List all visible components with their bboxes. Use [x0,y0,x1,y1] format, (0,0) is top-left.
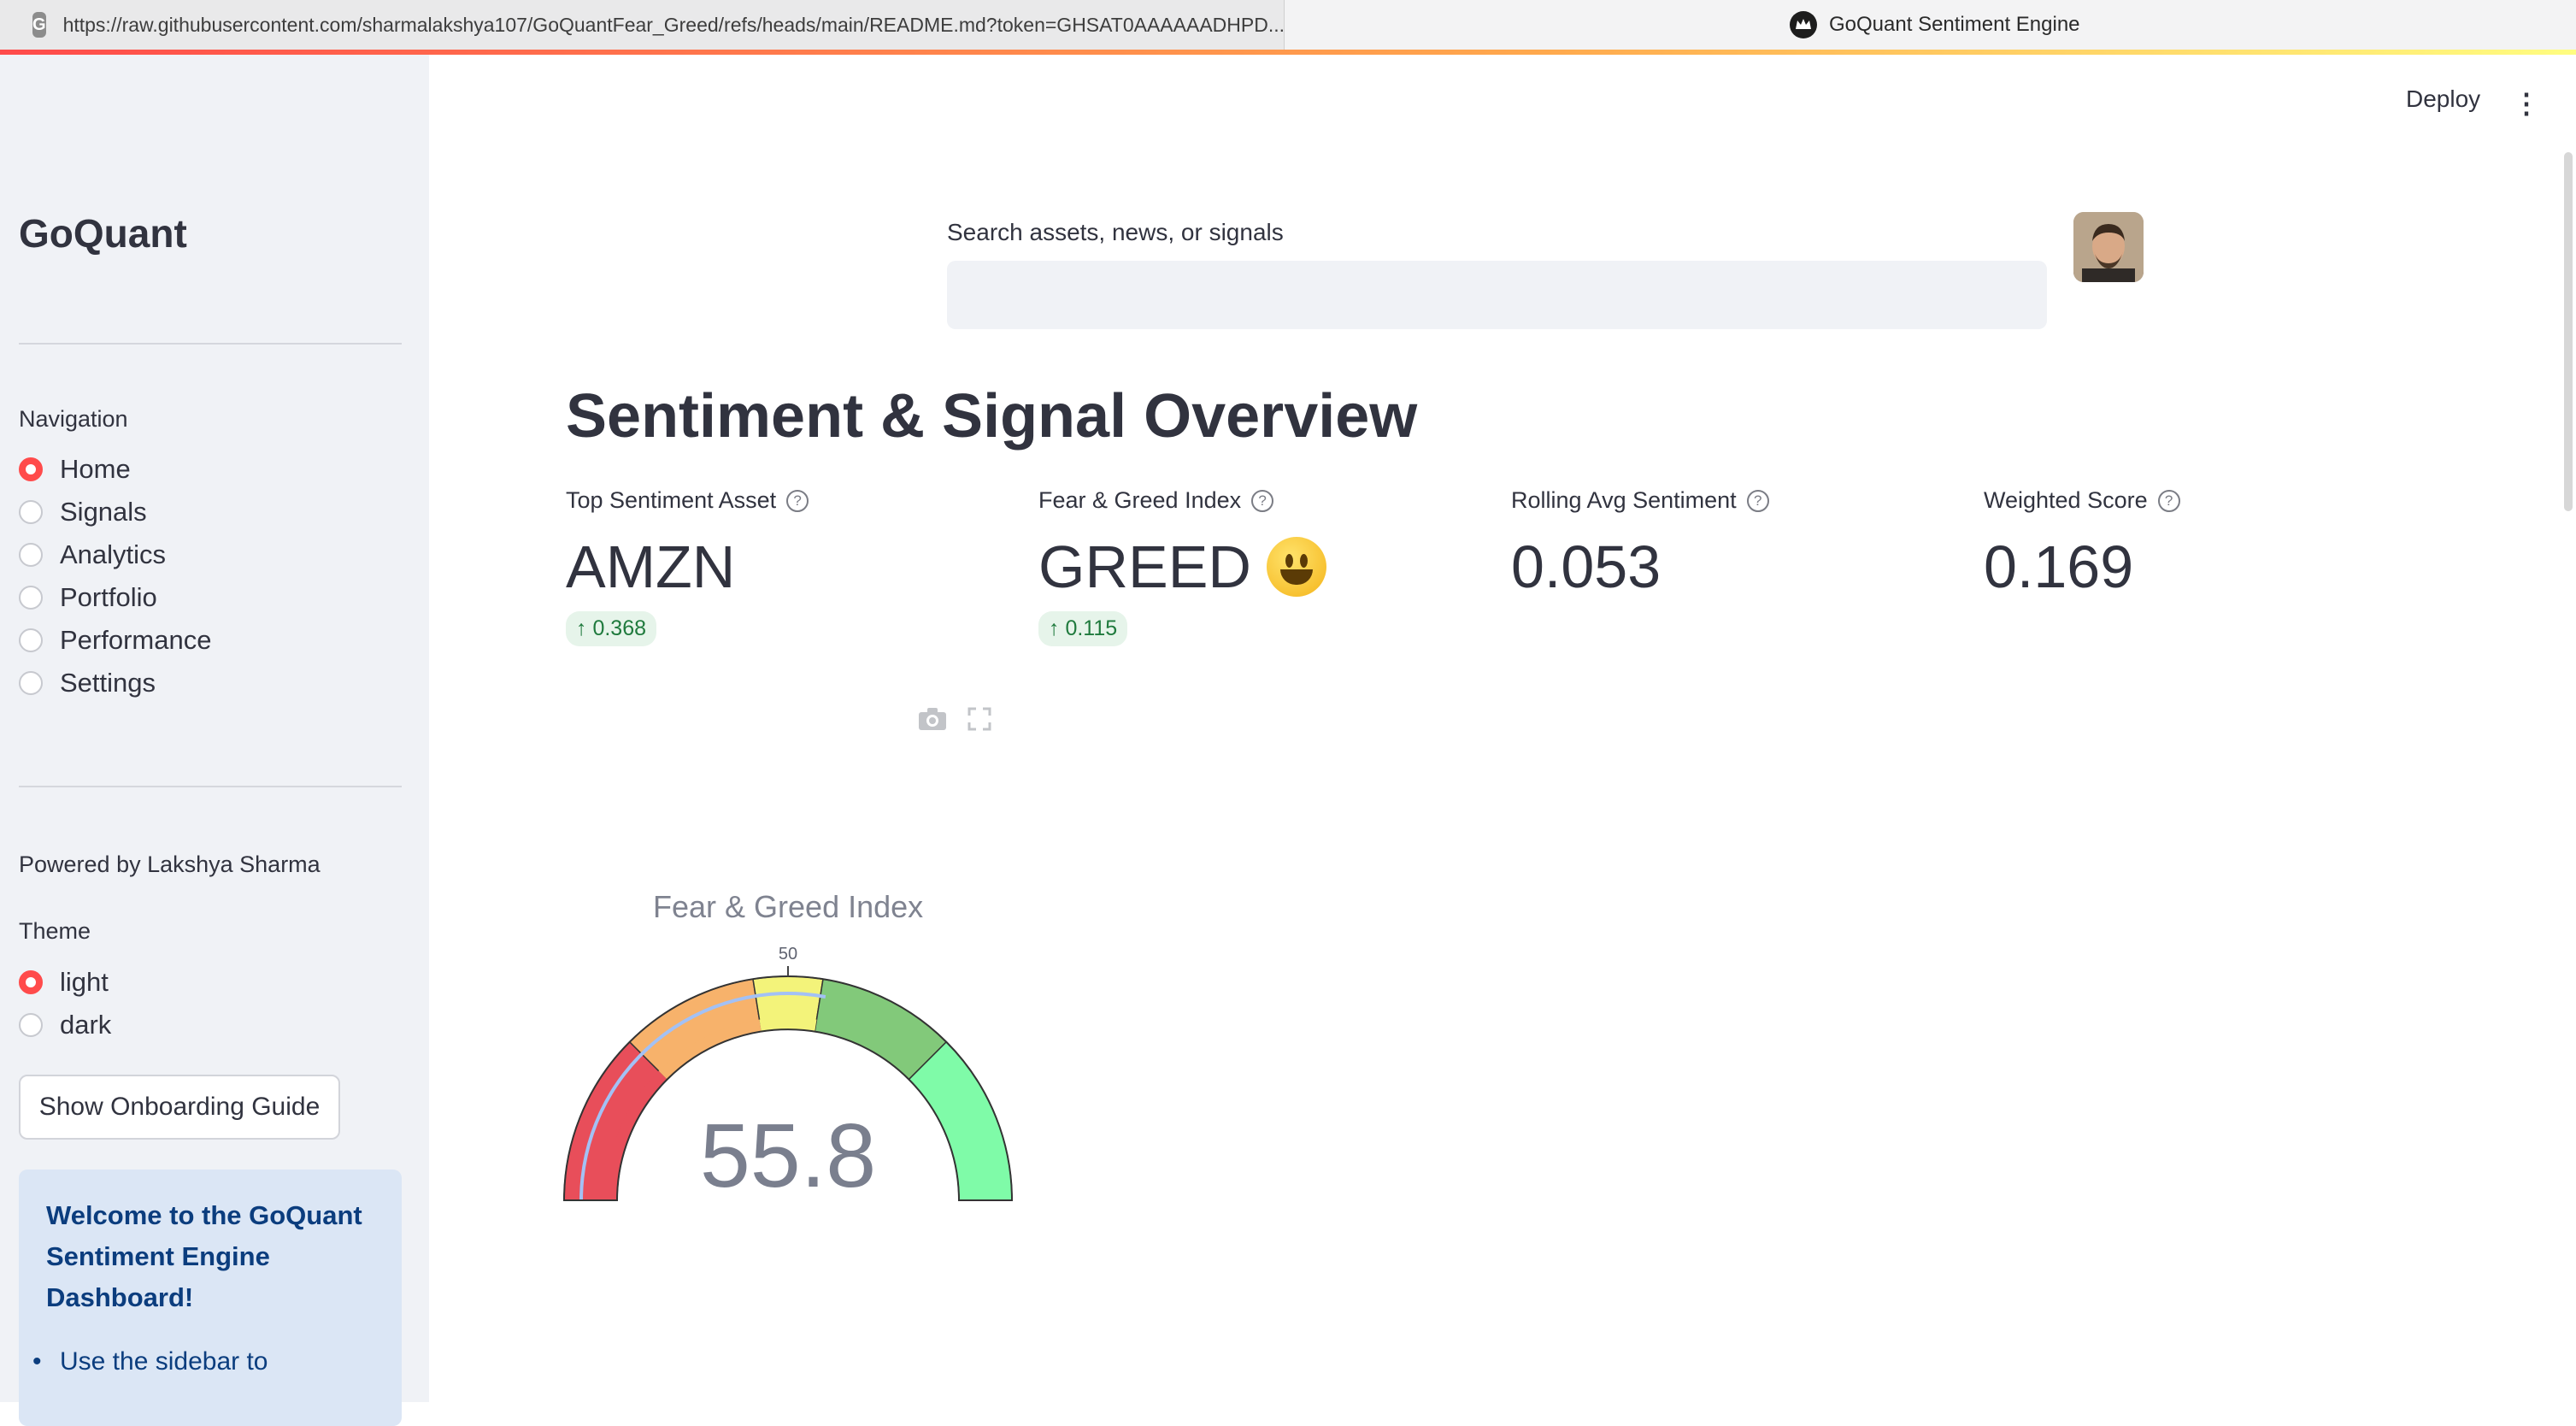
gauge-step-4 [908,1040,1013,1201]
browser-tab-readme[interactable]: G https://raw.githubusercontent.com/shar… [0,0,1285,50]
metric-value: AMZN [566,533,736,600]
gauge-value-label: 55.8 [700,1105,876,1206]
show-onboarding-guide-button[interactable]: Show Onboarding Guide [19,1075,340,1140]
help-icon[interactable]: ? [1746,489,1769,512]
theme-label: Theme [19,918,91,944]
scrollbar[interactable] [2564,152,2573,511]
radio-unselected-icon [19,500,43,524]
browser-tab-app[interactable]: GoQuant Sentiment Engine [1790,0,2080,50]
welcome-bullet: Use the sidebar to [32,1347,268,1376]
nav-item-label: Analytics [60,539,167,569]
nav-radio-portfolio[interactable]: Portfolio [19,582,157,613]
gauge-tick-label: 50 [779,945,797,963]
sidebar-divider [19,786,402,787]
powered-by-text: Powered by Lakshya Sharma [19,851,321,877]
sidebar: GoQuant Navigation Home Signals Analytic… [0,55,429,1426]
theme-option-label: dark [60,1010,112,1040]
radio-unselected-icon [19,543,43,567]
metric-top-sentiment-asset: Top Sentiment Asset? AMZN ↑ 0.368 [566,487,809,646]
page-title: Sentiment & Signal Overview [566,382,1418,451]
radio-unselected-icon [19,671,43,695]
radio-selected-icon [19,457,43,481]
theme-option-label: light [60,967,109,997]
nav-label: Navigation [19,406,128,432]
fullscreen-icon[interactable] [967,706,991,738]
welcome-info-box: Welcome to the GoQuant Sentiment Engine … [19,1170,402,1426]
sidebar-brand: GoQuant [19,211,187,256]
nav-item-label: Home [60,454,131,484]
theme-radio-light[interactable]: light [19,967,109,998]
crown-icon [1790,11,1817,38]
tab-url: https://raw.githubusercontent.com/sharma… [62,13,1285,36]
metric-label: Fear & Greed Index [1038,487,1242,513]
nav-item-label: Portfolio [60,582,157,612]
theme-radio-dark[interactable]: dark [19,1010,111,1040]
kebab-icon[interactable]: ⋮ [2513,87,2540,120]
radio-unselected-icon [19,586,43,610]
browser-tab-bar: G https://raw.githubusercontent.com/shar… [0,0,2576,50]
metric-value: GREED [1038,533,1251,600]
nav-radio-performance[interactable]: Performance [19,625,211,656]
search-input[interactable] [947,261,2047,329]
metric-delta: ↑ 0.115 [1038,611,1128,646]
nav-radio-analytics[interactable]: Analytics [19,539,166,570]
gauge-chart: 50 55.8 [562,945,1014,1206]
camera-icon[interactable] [918,706,947,738]
sidebar-divider [19,343,402,345]
metric-fear-greed-index: Fear & Greed Index? GREED ↑ 0.115 [1038,487,1326,646]
nav-radio-signals[interactable]: Signals [19,497,147,527]
deploy-button[interactable]: Deploy [2406,85,2480,113]
metric-value: 0.053 [1511,533,1661,600]
radio-selected-icon [19,970,43,994]
metric-label: Weighted Score [1984,487,2148,513]
metric-delta: ↑ 0.368 [566,611,657,646]
grinning-face-icon [1266,537,1326,597]
help-icon[interactable]: ? [2157,489,2180,512]
metric-label: Rolling Avg Sentiment [1511,487,1737,513]
gauge-title: Fear & Greed Index [653,889,924,924]
metric-label: Top Sentiment Asset [566,487,777,513]
radio-unselected-icon [19,628,43,652]
nav-item-label: Performance [60,625,212,655]
nav-item-label: Settings [60,668,156,698]
radio-unselected-icon [19,1013,43,1037]
metric-weighted-score: Weighted Score? 0.169 [1984,487,2180,601]
metric-rolling-avg-sentiment: Rolling Avg Sentiment? 0.053 [1511,487,1769,601]
app-tab-title: GoQuant Sentiment Engine [1829,13,2080,36]
avatar[interactable] [2073,212,2144,282]
search-label: Search assets, news, or signals [947,219,1284,245]
github-favicon-icon: G [32,12,46,38]
metric-value: 0.169 [1984,533,2134,600]
nav-item-label: Signals [60,497,147,527]
help-icon[interactable]: ? [1251,489,1274,512]
chart-toolbar [918,706,991,738]
nav-radio-home[interactable]: Home [19,454,131,485]
help-icon[interactable]: ? [786,489,809,512]
welcome-heading: Welcome to the GoQuant Sentiment Engine … [46,1200,362,1312]
nav-radio-settings[interactable]: Settings [19,668,156,698]
